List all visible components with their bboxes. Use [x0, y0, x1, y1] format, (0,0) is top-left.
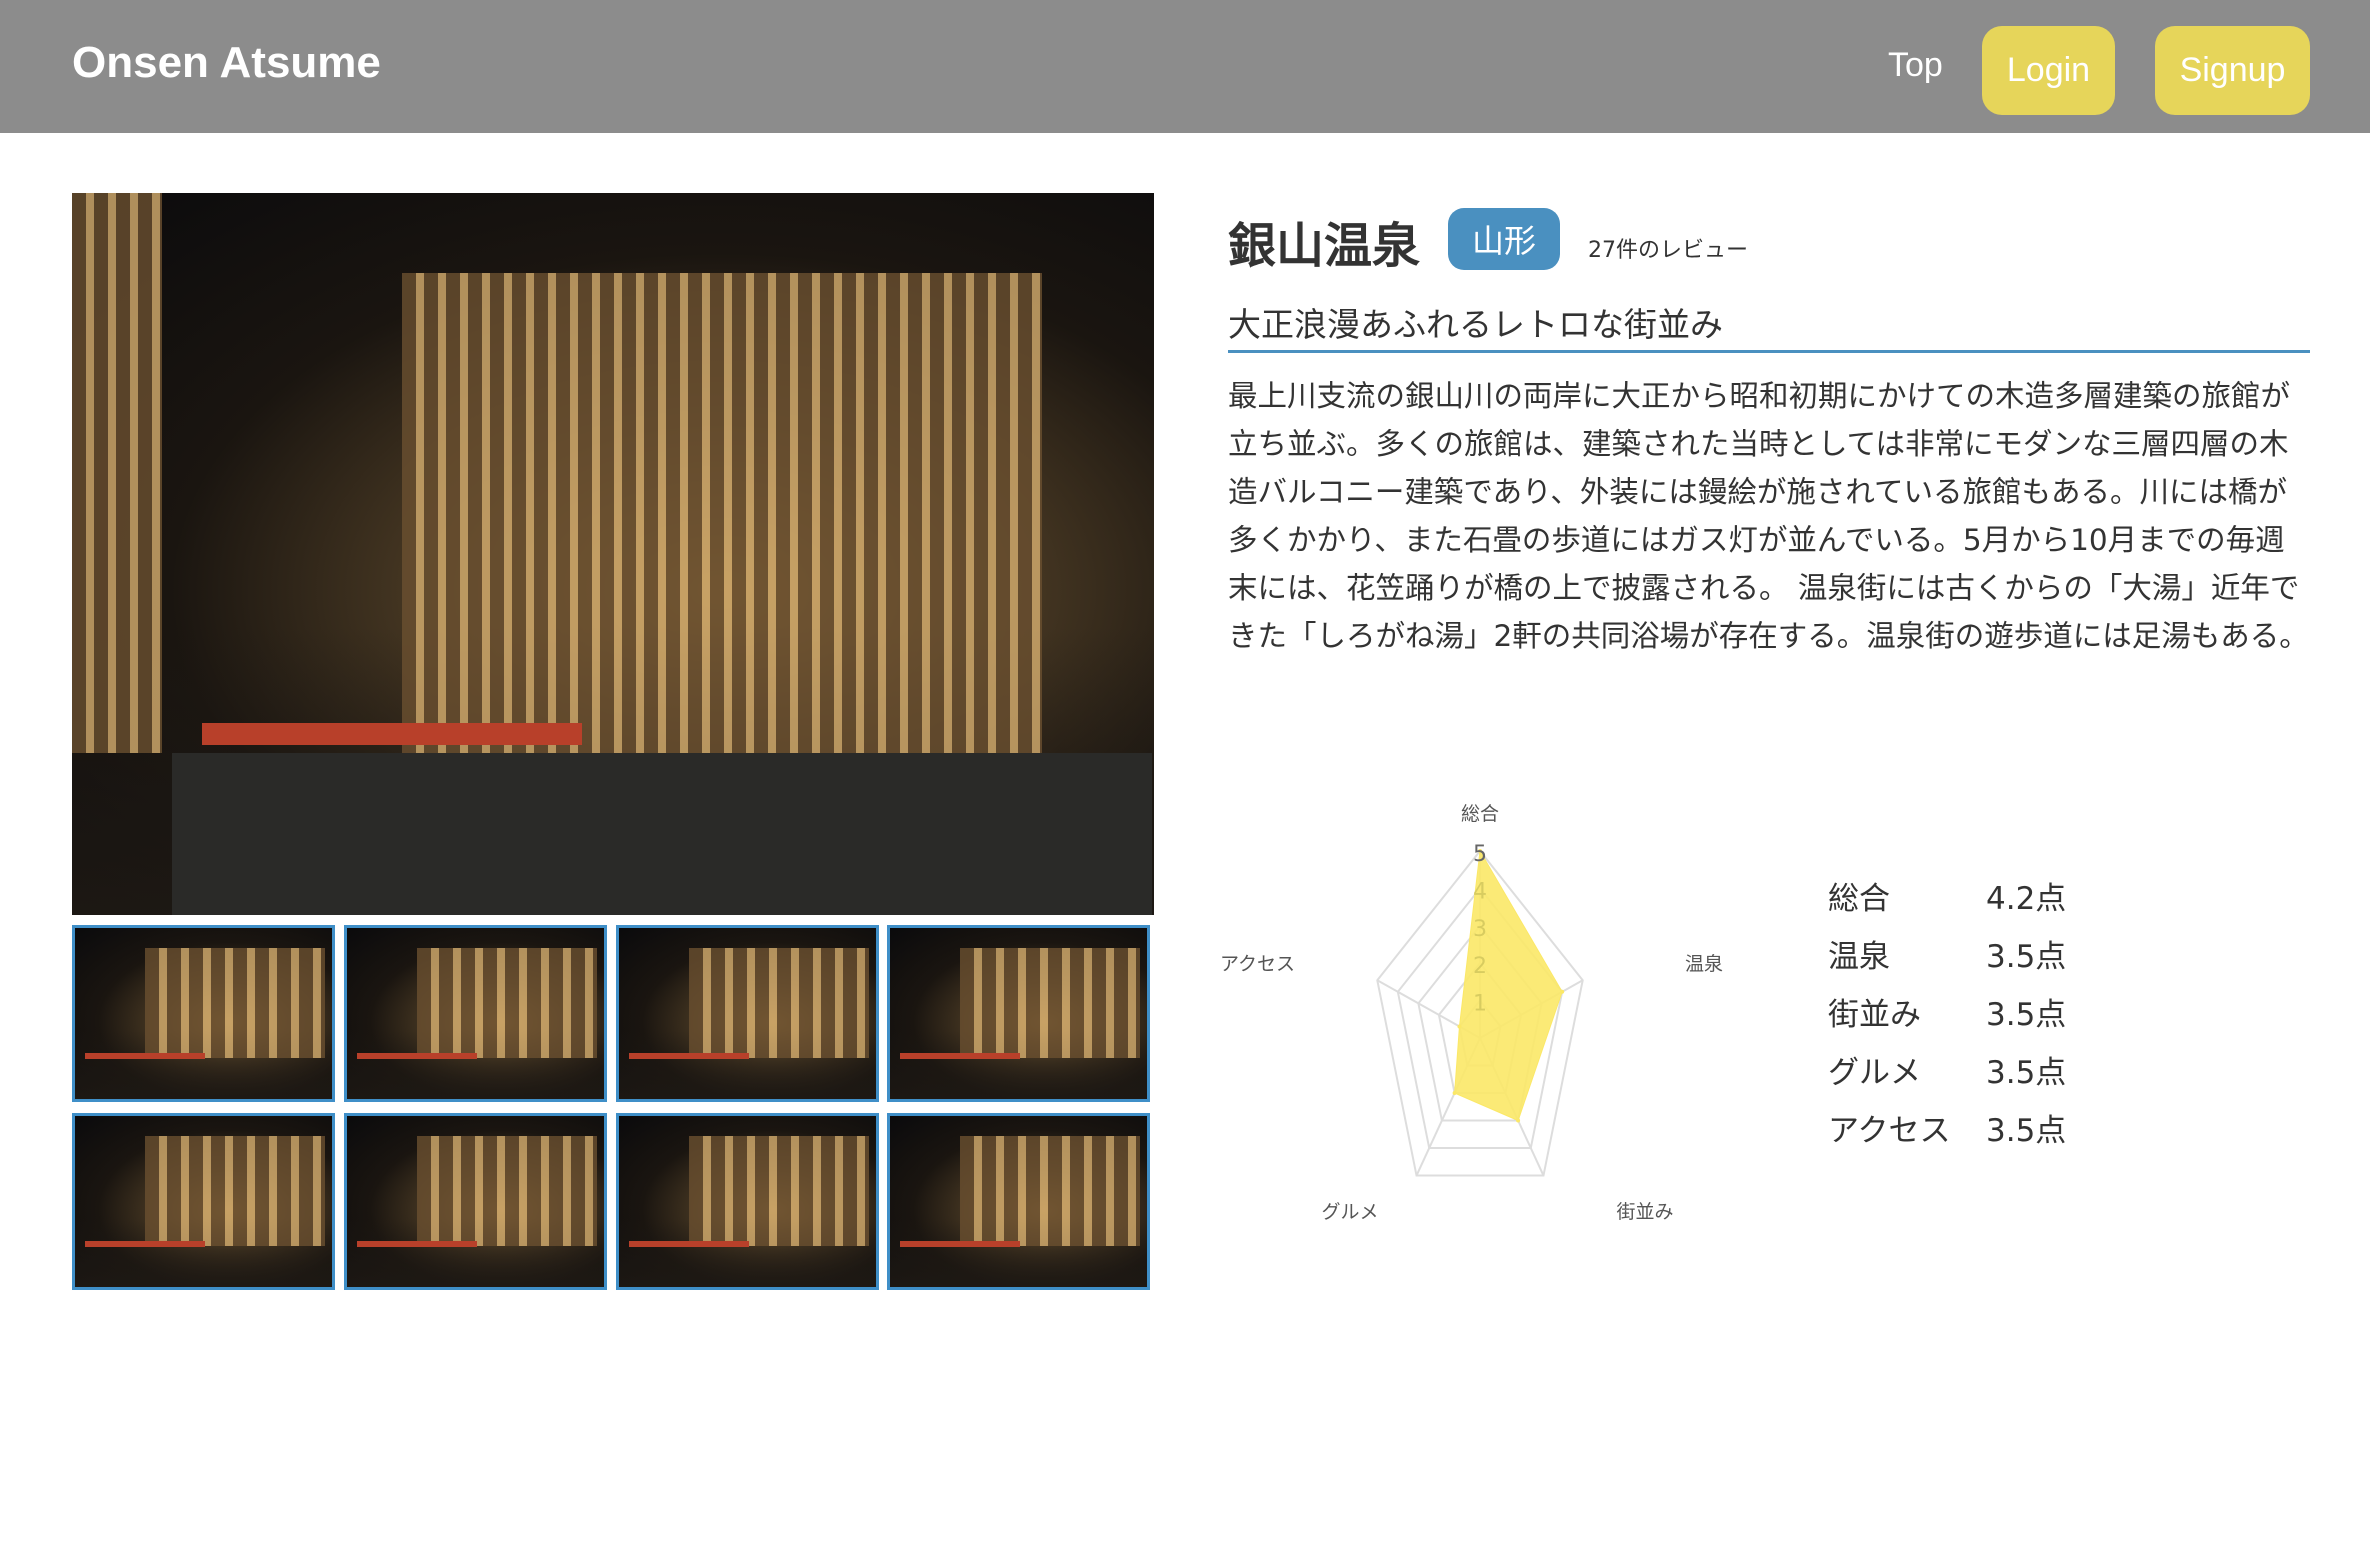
tick-label: 5 [1473, 842, 1487, 867]
data-polygon [1454, 849, 1563, 1122]
axis-label: アクセス [1220, 953, 1295, 975]
data-point [1457, 1024, 1462, 1029]
score-value: 3.5点 [1986, 938, 2067, 975]
score-label: 総合 [1828, 880, 1890, 917]
thumbnail[interactable] [616, 925, 879, 1102]
thumbnail[interactable] [72, 925, 335, 1102]
tick-label: 4 [1473, 879, 1487, 904]
score-row: 総合 4.2点 [1828, 866, 2066, 924]
thumbnail[interactable] [887, 925, 1150, 1102]
data-point [1516, 1118, 1521, 1123]
score-value: 4.2点 [1986, 880, 2067, 917]
thumbnail[interactable] [344, 925, 607, 1102]
score-value: 3.5点 [1986, 1112, 2067, 1149]
brand-logo[interactable]: Onsen Atsume [72, 38, 381, 88]
data-point [1452, 1091, 1457, 1096]
score-row: 街並み 3.5点 [1828, 982, 2066, 1040]
score-label: 街並み [1828, 996, 1921, 1033]
main-photo [72, 193, 1154, 915]
onsen-name: 銀山温泉 [1228, 218, 1421, 274]
header: Onsen Atsume Top Login Signup [0, 0, 2370, 133]
score-row: アクセス 3.5点 [1828, 1098, 2066, 1156]
score-label: 温泉 [1828, 938, 1890, 975]
login-button[interactable]: Login [1982, 26, 2115, 115]
score-row: グルメ 3.5点 [1828, 1040, 2066, 1098]
axis-label: 街並み [1616, 1201, 1673, 1223]
score-value: 3.5点 [1986, 996, 2067, 1033]
axis-label: グルメ [1321, 1201, 1378, 1223]
tick-label: 1 [1473, 992, 1487, 1017]
review-count[interactable]: 27件のレビュー [1588, 232, 1748, 264]
thumbnail[interactable] [344, 1113, 607, 1290]
score-label: アクセス [1828, 1112, 1951, 1149]
description: 最上川支流の銀山川の両岸に大正から昭和初期にかけての木造多層建築の旅館が立ち並ぶ… [1228, 379, 2309, 653]
tick-label: 2 [1473, 954, 1487, 979]
radar-chart: 1 2 3 4 5 総合温泉街並み グルメ アクセス [1220, 803, 1723, 1223]
thumbnail[interactable] [616, 1113, 879, 1290]
score-list: 総合 4.2点 温泉 3.5点 街並み 3.5点 グルメ 3.5点 アクセス 3.5点 [1828, 866, 2066, 1156]
thumbnail[interactable] [72, 1113, 335, 1290]
score-label: グルメ [1828, 1054, 1921, 1091]
thumbnail[interactable] [887, 1113, 1150, 1290]
tick-label: 3 [1473, 917, 1487, 942]
prefecture-badge[interactable]: 山形 [1448, 208, 1560, 270]
score-value: 3.5点 [1986, 1054, 2067, 1091]
nav-top-link[interactable]: Top [1888, 46, 1943, 85]
axis-label: 総合 [1461, 803, 1499, 825]
score-row: 温泉 3.5点 [1828, 924, 2066, 982]
catchphrase: 大正浪漫あふれるレトロな街並み [1228, 298, 2310, 353]
axis-label: 温泉 [1685, 953, 1723, 975]
data-point [1560, 989, 1565, 994]
signup-button[interactable]: Signup [2155, 26, 2310, 115]
